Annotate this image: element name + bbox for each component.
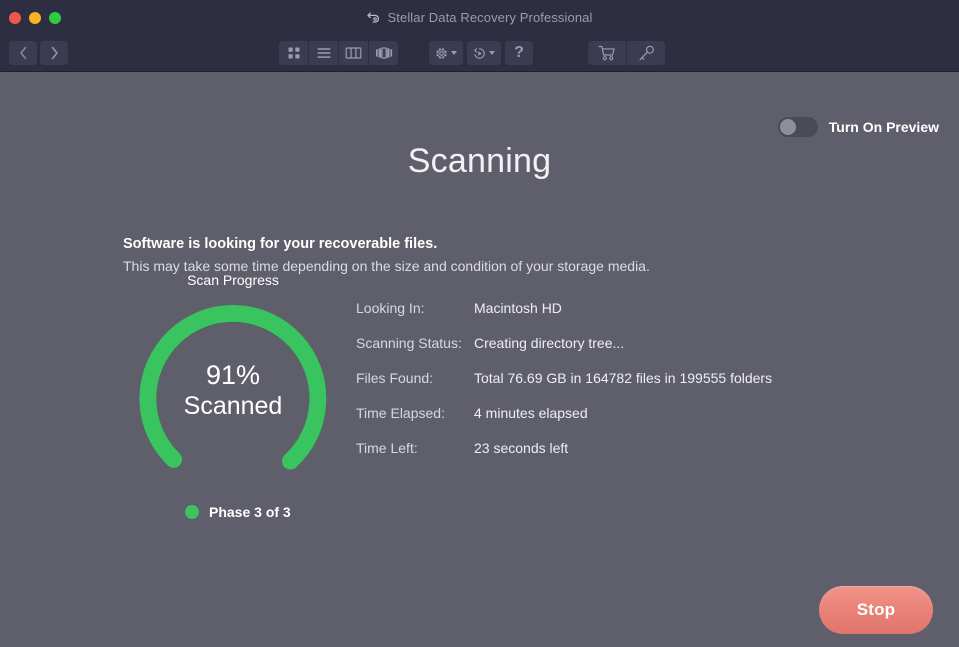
- detail-label: Scanning Status:: [356, 335, 462, 351]
- icon-view-button[interactable]: [279, 41, 308, 65]
- view-mode-group: [279, 41, 398, 65]
- scan-progress-gauge: Scan Progress 91% Scanned: [123, 272, 343, 488]
- column-view-button[interactable]: [339, 41, 368, 65]
- preview-toggle-label: Turn On Preview: [828, 119, 939, 135]
- intro-headline: Software is looking for your recoverable…: [123, 236, 438, 252]
- phase-status-dot: [185, 505, 199, 519]
- detail-value: 23 seconds left: [474, 440, 569, 456]
- help-button[interactable]: ?: [505, 41, 533, 65]
- title-bar: Stellar Data Recovery Professional: [0, 0, 959, 38]
- navigation-group: [9, 41, 68, 65]
- activate-button[interactable]: [627, 41, 665, 65]
- action-group: ?: [429, 41, 533, 65]
- preview-switch[interactable]: [777, 117, 818, 137]
- detail-label: Time Elapsed:: [356, 405, 445, 421]
- stop-button[interactable]: Stop: [819, 586, 933, 634]
- detail-label: Time Left:: [356, 440, 418, 456]
- settings-button[interactable]: [429, 41, 463, 65]
- minimize-window-button[interactable]: [29, 12, 41, 24]
- close-window-button[interactable]: [9, 12, 21, 24]
- content-area: Scanning Turn On Preview Software is loo…: [0, 72, 959, 647]
- gallery-view-button[interactable]: [369, 41, 398, 65]
- progress-ring: 91% Scanned: [125, 292, 341, 488]
- clock-rewind-icon: [474, 47, 485, 59]
- detail-row-looking-in: Looking In: Macintosh HD: [356, 300, 772, 335]
- zoom-window-button[interactable]: [49, 12, 61, 24]
- key-icon: [638, 45, 654, 60]
- undo-arrow-icon: [366, 11, 381, 24]
- detail-label: Looking In:: [356, 300, 425, 316]
- list-view-button[interactable]: [309, 41, 338, 65]
- title-area: Stellar Data Recovery Professional: [0, 10, 959, 25]
- question-mark-icon: ?: [514, 44, 524, 61]
- chevron-down-icon: [489, 51, 495, 55]
- preview-toggle[interactable]: Turn On Preview: [777, 117, 939, 137]
- page-title: Scanning: [407, 142, 552, 180]
- history-button[interactable]: [467, 41, 501, 65]
- detail-value: Macintosh HD: [474, 300, 562, 316]
- window-controls: [9, 12, 61, 24]
- detail-value: Creating directory tree...: [474, 335, 625, 351]
- app-title: Stellar Data Recovery Professional: [387, 10, 593, 25]
- scan-details-list: Looking In: Macintosh HD Scanning Status…: [356, 300, 772, 475]
- gauge-caption: Scan Progress: [187, 272, 279, 288]
- purchase-group: [588, 41, 665, 65]
- detail-value: 4 minutes elapsed: [474, 405, 588, 421]
- phase-label: Phase 3 of 3: [209, 504, 291, 520]
- shopping-cart-icon: [598, 45, 615, 60]
- detail-label: Files Found:: [356, 370, 434, 386]
- chevron-down-icon: [451, 51, 457, 55]
- detail-row-files-found: Files Found: Total 76.69 GB in 164782 fi…: [356, 370, 772, 405]
- phase-indicator: Phase 3 of 3: [185, 504, 291, 520]
- forward-button[interactable]: [40, 41, 68, 65]
- toolbar: ?: [0, 38, 959, 72]
- detail-row-time-elapsed: Time Elapsed: 4 minutes elapsed: [356, 405, 772, 440]
- gear-icon: [436, 47, 447, 59]
- intro-text: Software is looking for your recoverable…: [123, 234, 650, 276]
- detail-row-scanning-status: Scanning Status: Creating directory tree…: [356, 335, 772, 370]
- progress-ring-fill: [139, 305, 327, 471]
- switch-knob: [779, 119, 796, 135]
- detail-value: Total 76.69 GB in 164782 files in 199555…: [474, 370, 773, 386]
- app-window: Stellar Data Recovery Professional ? Sca…: [0, 0, 959, 647]
- detail-row-time-left: Time Left: 23 seconds left: [356, 440, 772, 475]
- buy-now-button[interactable]: [588, 41, 626, 65]
- back-button[interactable]: [9, 41, 37, 65]
